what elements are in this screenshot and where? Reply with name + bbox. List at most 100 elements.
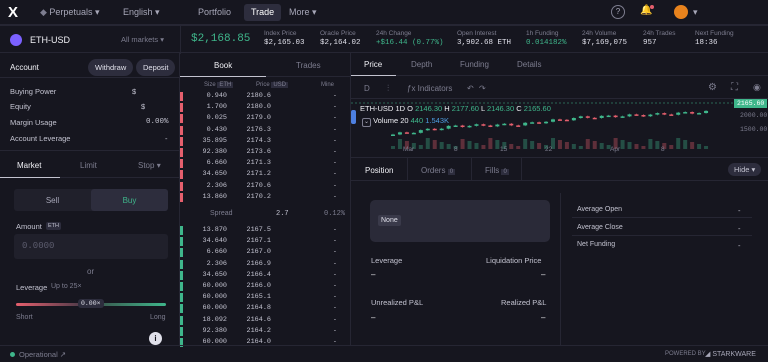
indicators-button[interactable]: ƒx Indicators	[407, 84, 452, 93]
language-select[interactable]: English ▾	[123, 7, 160, 18]
ask-row[interactable]: 0.430 2176.3 -	[180, 125, 351, 136]
buy-button[interactable]: Buy	[91, 189, 168, 211]
nav-trade[interactable]: Trade	[244, 4, 282, 21]
chart-legend: ETH-USD 1D O 2146.30 H 2177.60 L 2146.30…	[360, 104, 551, 113]
depth-bar	[180, 148, 183, 157]
leverage-slider-handle[interactable]: 0.00×	[78, 299, 104, 308]
bid-row[interactable]: 60.000 2166.0 -	[180, 281, 351, 292]
ask-row[interactable]: 34.650 2171.2 -	[180, 169, 351, 180]
tab-stop[interactable]: Stop ▾	[138, 161, 161, 170]
bid-row[interactable]: 60.000 2165.1 -	[180, 292, 351, 303]
ask-row[interactable]: 1.700 2180.0 -	[180, 102, 351, 113]
equity-value: $	[141, 102, 146, 111]
collapse-icon[interactable]: ⌄	[362, 118, 371, 127]
depth-bar	[180, 282, 183, 291]
depth-bar	[180, 114, 183, 124]
price-header: Price USD	[256, 82, 289, 88]
interval-select[interactable]: D	[364, 84, 370, 93]
price-cell: 2166.9	[246, 259, 271, 268]
candle-body	[592, 117, 597, 120]
candle-body	[669, 114, 674, 116]
bid-row[interactable]: 6.660 2167.0 -	[180, 247, 351, 258]
size-cell: 92.380	[202, 326, 227, 335]
tab-trades[interactable]: Trades	[296, 61, 321, 70]
stat-next-funding: Next Funding 18:36	[695, 30, 734, 47]
amount-input[interactable]: 0.0000	[14, 234, 168, 259]
volume-bar	[634, 144, 639, 149]
chart-side-handle[interactable]	[351, 110, 356, 124]
tab-fills[interactable]: Fills 0	[485, 166, 509, 175]
withdraw-button[interactable]: Withdraw	[88, 59, 134, 76]
volume-bar	[599, 143, 604, 149]
bid-row[interactable]: 18.092 2164.6 -	[180, 315, 351, 326]
volume-bar	[425, 138, 430, 149]
tab-market[interactable]: Market	[17, 161, 41, 170]
bid-row[interactable]: 2.306 2166.9 -	[180, 259, 351, 270]
tab-details[interactable]: Details	[517, 60, 541, 69]
ask-row[interactable]: 35.895 2174.3 -	[180, 136, 351, 147]
candle-body	[578, 116, 583, 119]
size-cell: 60.000	[202, 293, 227, 302]
ask-row[interactable]: 13.860 2170.2 -	[180, 192, 351, 203]
net-funding-label: Net Funding	[577, 241, 616, 248]
sell-button[interactable]: Sell	[14, 189, 91, 211]
candle-body	[585, 116, 590, 118]
undo-icon[interactable]: ↶	[467, 84, 474, 93]
ask-row[interactable]: 92.380 2173.6 -	[180, 147, 351, 158]
bid-row[interactable]: 92.380 2164.2 -	[180, 326, 351, 337]
settings-gear-icon[interactable]: ⚙	[708, 82, 717, 93]
average-open-label: Average Open	[577, 206, 623, 213]
volume-bar	[523, 139, 528, 149]
size-cell: 60.000	[202, 304, 227, 313]
candle-body	[544, 121, 549, 124]
notification-dot	[650, 5, 654, 9]
depth-bar	[180, 159, 183, 169]
tab-price[interactable]: Price	[364, 60, 382, 69]
notification-bell-icon[interactable]: 🔔	[640, 5, 652, 17]
network-select[interactable]: ◆ Perpetuals ▾	[40, 7, 100, 18]
chart-panel: Price Depth Funding Details D ⫶ ƒx Indic…	[351, 53, 768, 157]
bid-row[interactable]: 60.000 2164.8 -	[180, 303, 351, 314]
tab-limit[interactable]: Limit	[80, 161, 97, 170]
volume-bar	[432, 140, 437, 149]
bid-row[interactable]: 34.650 2166.4 -	[180, 270, 351, 281]
ask-row[interactable]: 0.025 2179.0 -	[180, 113, 351, 124]
fullscreen-icon[interactable]: ⛶	[731, 82, 738, 93]
ask-row[interactable]: 0.940 2180.6 -	[180, 91, 351, 102]
stat-oracle-price: Oracle Price $2,164.02	[320, 30, 361, 47]
buying-power-value: $	[132, 87, 137, 96]
stat-index-price: Index Price $2,165.03	[264, 30, 305, 47]
tab-position[interactable]: Position	[365, 166, 393, 175]
tab-funding[interactable]: Funding	[460, 60, 489, 69]
mine-cell: -	[332, 326, 337, 335]
starkware-logo[interactable]: ◢ STARKWARE	[705, 350, 756, 358]
bid-row[interactable]: 13.870 2167.5 -	[180, 225, 351, 236]
bid-row[interactable]: 34.640 2167.1 -	[180, 236, 351, 247]
info-icon[interactable]: i	[149, 332, 162, 345]
nav-more[interactable]: More ▾	[289, 7, 317, 18]
liquidation-price-value: –	[541, 270, 546, 279]
volume-bar	[516, 146, 521, 149]
wallet-avatar-icon[interactable]	[674, 5, 688, 19]
candle-body	[655, 113, 660, 115]
help-icon[interactable]: ?	[611, 5, 625, 19]
volume-bar	[627, 142, 632, 149]
candle-body	[676, 112, 681, 115]
tab-orders[interactable]: Orders 0	[421, 166, 456, 175]
tab-book[interactable]: Book	[214, 61, 232, 70]
ask-row[interactable]: 6.660 2171.3 -	[180, 158, 351, 169]
ask-row[interactable]: 2.306 2170.6 -	[180, 181, 351, 192]
volume-bar	[418, 145, 423, 149]
nav-portfolio[interactable]: Portfolio	[198, 7, 231, 17]
camera-icon[interactable]: ◉	[753, 82, 761, 93]
wallet-chevron-icon[interactable]: ▾	[693, 7, 698, 18]
hide-button[interactable]: Hide ▾	[728, 163, 762, 176]
status-link[interactable]: Operational ↗	[19, 350, 66, 359]
tab-depth[interactable]: Depth	[411, 60, 432, 69]
candle-body	[516, 125, 521, 127]
all-markets-button[interactable]: All markets ▾	[121, 35, 164, 44]
dydx-logo[interactable]: X	[8, 4, 18, 21]
candle-type-icon[interactable]: ⫶	[387, 83, 389, 94]
redo-icon[interactable]: ↷	[479, 84, 486, 93]
deposit-button[interactable]: Deposit	[136, 59, 176, 76]
